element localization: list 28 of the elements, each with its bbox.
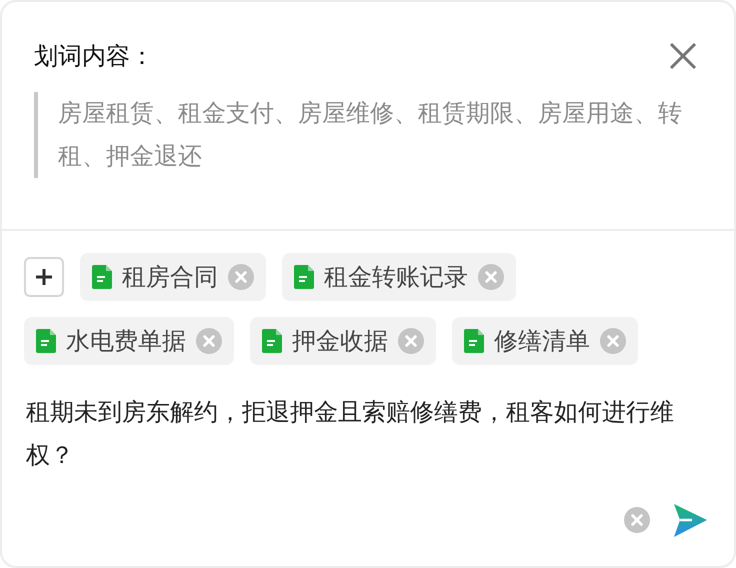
panel-title: 划词内容： — [34, 41, 154, 72]
attachment-chip[interactable]: 修缮清单 — [452, 317, 638, 365]
attachment-name: 租金转账记录 — [324, 262, 468, 293]
attachment-chip[interactable]: 水电费单据 — [24, 317, 234, 365]
attachment-chip[interactable]: 租金转账记录 — [282, 253, 516, 301]
remove-icon[interactable] — [478, 264, 504, 290]
attachment-name: 租房合同 — [122, 262, 218, 293]
remove-icon[interactable] — [196, 328, 222, 354]
clear-icon[interactable] — [624, 507, 650, 533]
attachment-name: 押金收据 — [292, 326, 388, 357]
document-icon — [262, 329, 282, 353]
attachment-chip[interactable]: 租房合同 — [80, 253, 266, 301]
document-icon — [92, 265, 112, 289]
remove-icon[interactable] — [600, 328, 626, 354]
attachment-chip[interactable]: 押金收据 — [250, 317, 436, 365]
document-icon — [294, 265, 314, 289]
send-icon[interactable] — [672, 502, 708, 538]
attachment-name: 水电费单据 — [66, 326, 186, 357]
selected-text-quote: 房屋租赁、租金支付、房屋维修、租赁期限、房屋用途、转租、押金退还 — [34, 92, 708, 178]
document-icon — [464, 329, 484, 353]
add-button[interactable] — [24, 257, 64, 297]
close-icon[interactable] — [670, 43, 696, 69]
plus-icon — [34, 267, 54, 287]
document-icon — [36, 329, 56, 353]
attachment-name: 修缮清单 — [494, 326, 590, 357]
remove-icon[interactable] — [398, 328, 424, 354]
question-input[interactable]: 租期未到房东解约，拒退押金且索赔修缮费，租客如何进行维权？ — [2, 365, 706, 502]
remove-icon[interactable] — [228, 264, 254, 290]
